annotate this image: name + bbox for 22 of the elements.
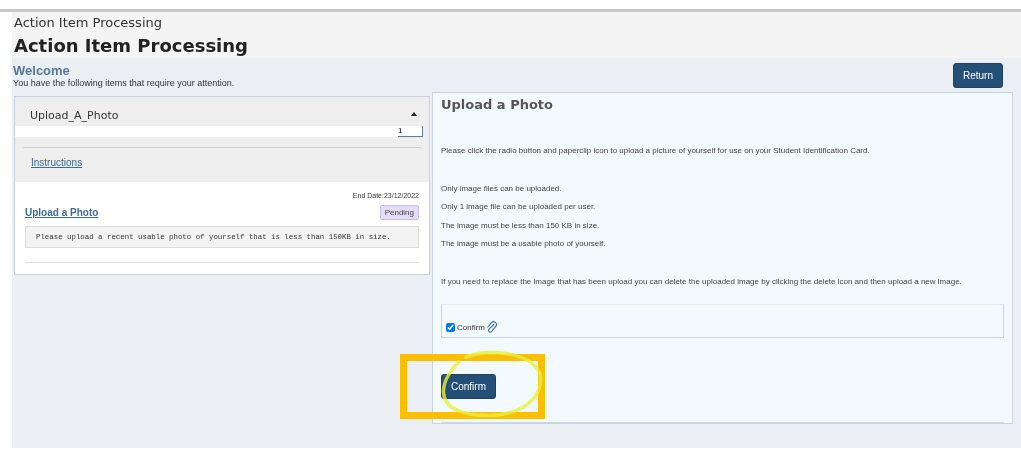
status-badge: Pending [379,205,419,220]
instruction-text: Please click the radio button and paperclip icon to upload a picture of yourself for use on your Student Identification Card. [441,145,871,157]
breadcrumb: Action Item Processing [12,12,1021,32]
count-field: 1 [15,126,423,137]
detail-heading: Upload a Photo [441,97,554,112]
instruction-text: The image must be less than 150 KB in size. [441,219,601,232]
group-name: Upload_A_Photo [30,109,119,122]
instruction-text: Only image files can be uploaded. [441,182,563,195]
collapse-caret-icon[interactable] [411,112,417,116]
welcome-message: You have the following items that require your attention. [13,78,235,88]
instruction-text: The image must be a usable photo of yourself. [441,238,607,250]
welcome-heading: Welcome [13,63,71,78]
checkbox-label: Confirm [457,323,485,333]
instructions-link[interactable]: Instructions [31,157,83,168]
confirm-checkbox[interactable] [446,323,455,333]
paperclip-icon[interactable] [485,321,498,335]
return-button[interactable]: Return [953,63,1003,88]
instruction-text: If you need to replace the image that has been upload you can delete the uploaded image by clicking the delete icon and then upload a new image. [441,275,963,288]
page-title: Action Item Processing [12,32,1021,58]
confirm-button[interactable]: Confirm [441,373,496,399]
action-item-link[interactable]: Upload a Photo [25,207,99,218]
instruction-text: Only 1 image file can be uploaded per user. [441,201,597,213]
